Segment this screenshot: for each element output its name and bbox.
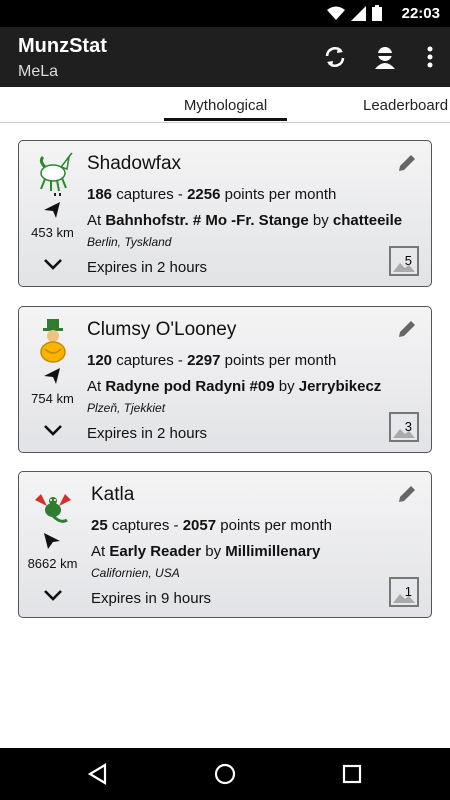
- capture-badge: 5: [389, 246, 419, 276]
- at-label: At: [91, 543, 110, 560]
- tab-leaderboard[interactable]: Leaderboard: [363, 97, 448, 114]
- captures-count: 186: [87, 186, 113, 203]
- owner-name: chatteeile: [332, 212, 403, 229]
- captures-label: captures -: [112, 352, 188, 369]
- place: Plzeň, Tjekkiet: [87, 401, 166, 415]
- chevron-down-icon[interactable]: [43, 423, 63, 437]
- points-label: points per month: [220, 352, 337, 369]
- by-label: by: [308, 212, 333, 229]
- app-title: MunzStat: [18, 35, 107, 57]
- expires-text: Expires in 9 hours: [91, 590, 212, 607]
- distance: 453 km: [31, 225, 74, 240]
- refresh-button[interactable]: [310, 27, 360, 87]
- dragon-image: [35, 494, 71, 523]
- chevron-down-icon[interactable]: [43, 257, 63, 271]
- badge-count: 1: [404, 584, 412, 599]
- capture-stats: 120 captures - 2297 points per month: [87, 352, 336, 369]
- status-bar: 22:03: [0, 0, 450, 27]
- place: Berlin, Tyskland: [87, 235, 172, 249]
- leprechaun-image: [40, 319, 66, 363]
- by-label: by: [274, 378, 299, 395]
- edit-icon[interactable]: [397, 153, 417, 173]
- at-label: At: [87, 212, 106, 229]
- by-label: by: [201, 543, 226, 560]
- points-count: 2256: [187, 186, 221, 203]
- location-name: Radyne pod Radyni #09: [105, 378, 275, 395]
- location-line: At Bahnhofstr. # Mo -Fr. Stange by chatt…: [87, 212, 402, 229]
- badge-count: 5: [404, 253, 412, 268]
- distance: 8662 km: [27, 556, 78, 571]
- expires-text: Expires in 2 hours: [87, 259, 208, 276]
- captures-label: captures -: [112, 186, 188, 203]
- captures-count: 120: [87, 352, 113, 369]
- munzee-name: Clumsy O'Looney: [87, 319, 237, 340]
- at-label: At: [87, 378, 106, 395]
- unicorn-image: [39, 152, 73, 196]
- edit-icon[interactable]: [397, 484, 417, 504]
- recents-icon[interactable]: [340, 762, 364, 786]
- expires-text: Expires in 2 hours: [87, 425, 208, 442]
- owner-name: Millimillenary: [225, 543, 321, 560]
- munzee-name: Shadowfax: [87, 153, 182, 174]
- tab-indicator: [164, 118, 287, 121]
- app-bar: MunzStat MeLa: [0, 27, 450, 87]
- points-label: points per month: [220, 186, 337, 203]
- more-vert-icon: [427, 46, 433, 68]
- captures-label: captures -: [107, 517, 183, 534]
- direction-arrow-icon: [44, 368, 60, 384]
- app-actions: [310, 27, 450, 87]
- edit-icon[interactable]: [397, 319, 417, 339]
- signal-icon: [351, 5, 366, 21]
- status-icons: [327, 5, 382, 21]
- wifi-icon: [327, 6, 345, 20]
- capture-badge: 1: [389, 577, 419, 607]
- munzee-name: Katla: [91, 484, 135, 505]
- munzee-card[interactable]: 754 km Clumsy O'Looney 120 captures - 22…: [18, 306, 432, 453]
- location-line: At Radyne pod Radyni #09 by Jerrybikecz: [87, 378, 381, 395]
- navigation-bar: [0, 748, 450, 800]
- capture-stats: 186 captures - 2256 points per month: [87, 186, 336, 203]
- badge-count: 3: [404, 419, 412, 434]
- location-name: Early Reader: [109, 543, 202, 560]
- points-count: 2057: [182, 517, 217, 534]
- direction-arrow-icon: [44, 533, 60, 549]
- capture-stats: 25 captures - 2057 points per month: [91, 517, 332, 534]
- tab-bar: Mythological Leaderboard: [0, 87, 450, 123]
- location-line: At Early Reader by Millimillenary: [91, 543, 320, 560]
- place: Californien, USA: [91, 566, 180, 580]
- captures-count: 25: [91, 517, 108, 534]
- munzee-card[interactable]: 453 km Shadowfax 186 captures - 2256 poi…: [18, 140, 432, 287]
- clock: 22:03: [401, 5, 440, 22]
- points-label: points per month: [216, 517, 332, 534]
- battery-icon: [372, 5, 382, 21]
- account-button[interactable]: [360, 27, 410, 87]
- home-icon[interactable]: [213, 762, 237, 786]
- owner-name: Jerrybikecz: [298, 378, 382, 395]
- points-count: 2297: [187, 352, 221, 369]
- back-icon[interactable]: [86, 762, 110, 786]
- munzee-card[interactable]: 8662 km Katla 25 captures - 2057 points …: [18, 471, 432, 618]
- capture-badge: 3: [389, 412, 419, 442]
- location-name: Bahnhofstr. # Mo -Fr. Stange: [105, 212, 309, 229]
- distance: 754 km: [31, 391, 74, 406]
- account-icon: [375, 47, 395, 69]
- chevron-down-icon[interactable]: [43, 588, 63, 602]
- more-options-button[interactable]: [410, 27, 450, 87]
- app-subtitle: MeLa: [18, 63, 59, 80]
- direction-arrow-icon: [44, 202, 60, 218]
- tab-mythological[interactable]: Mythological: [164, 97, 287, 114]
- refresh-icon: [325, 47, 345, 67]
